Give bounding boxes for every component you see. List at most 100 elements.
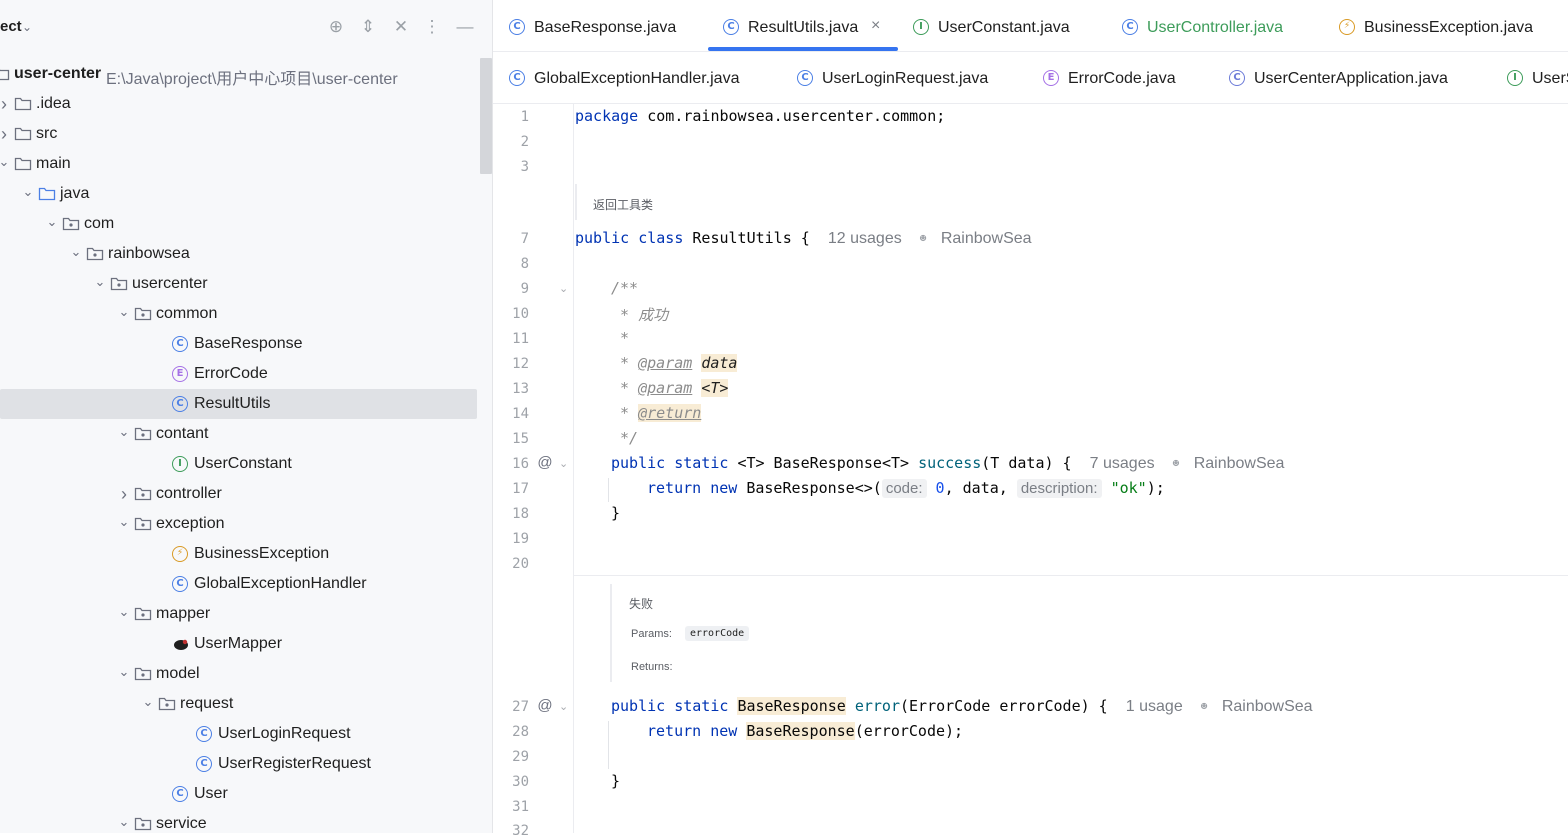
- tree-item[interactable]: ⌄ common: [0, 299, 477, 329]
- chevron-down-icon[interactable]: ⌄: [45, 209, 59, 239]
- tree-item[interactable]: › src: [0, 119, 477, 149]
- tree-item[interactable]: ⌄ rainbowsea: [0, 239, 477, 269]
- code-line[interactable]: */: [611, 429, 638, 447]
- usages-hint[interactable]: 1 usage: [1126, 698, 1183, 715]
- chevron-right-icon[interactable]: ›: [0, 119, 11, 149]
- tree-item[interactable]: E ErrorCode: [0, 359, 477, 389]
- code-text: BaseResponse: [764, 454, 882, 472]
- locate-icon[interactable]: ⊕: [325, 16, 347, 38]
- chevron-down-icon[interactable]: ⌄: [117, 419, 131, 449]
- gutter-divider: [573, 104, 574, 833]
- line-number: 18: [512, 506, 529, 522]
- method-name: success: [918, 454, 982, 472]
- class-icon: C: [172, 336, 188, 352]
- chevron-down-icon[interactable]: ⌄: [21, 179, 35, 209]
- chevron-down-icon[interactable]: ⌄: [117, 659, 131, 689]
- annotation-at-icon[interactable]: @: [536, 454, 554, 472]
- chevron-down-icon[interactable]: ⌄: [93, 269, 107, 299]
- code-line[interactable]: return new BaseResponse(errorCode);: [647, 722, 963, 740]
- rendered-doc-comment[interactable]: 失败 Params: errorCode Returns:: [610, 584, 750, 682]
- tree-item[interactable]: C BaseResponse: [0, 329, 477, 359]
- tree-item-label: UserRegisterRequest: [218, 755, 371, 772]
- minimize-icon[interactable]: —: [454, 16, 476, 38]
- tree-item-label: User: [194, 785, 228, 802]
- usages-hint[interactable]: 7 usages: [1090, 455, 1155, 472]
- tab-label: UserS: [1532, 70, 1568, 87]
- tree-item[interactable]: ⌄ com: [0, 209, 477, 239]
- chevron-down-icon[interactable]: ⌄: [117, 509, 131, 539]
- chevron-down-icon[interactable]: ⌄: [69, 239, 83, 269]
- code-line[interactable]: /**: [611, 279, 638, 297]
- chevron-down-icon[interactable]: ⌄: [117, 599, 131, 629]
- class-icon: C: [723, 19, 739, 35]
- code-line[interactable]: * @param data: [611, 354, 738, 372]
- tree-item[interactable]: C GlobalExceptionHandler: [0, 569, 477, 599]
- parameter-hint: description:: [1016, 479, 1102, 498]
- tree-item[interactable]: ⌄ java: [0, 179, 477, 209]
- author-hint[interactable]: RainbowSea: [1194, 455, 1285, 472]
- chevron-down-icon[interactable]: ⌄: [0, 149, 11, 179]
- tree-item[interactable]: C ResultUtils: [0, 389, 477, 419]
- code-line[interactable]: * @return: [611, 404, 702, 422]
- type-param: <T>: [881, 454, 910, 472]
- tree-item[interactable]: › controller: [0, 479, 477, 509]
- tree-item[interactable]: user-center E:\Java\project\用户中心项目\user-c…: [0, 59, 477, 89]
- javadoc-param: data: [701, 354, 738, 372]
- tree-item-label: controller: [156, 485, 222, 502]
- chevron-down-icon[interactable]: ⌄: [117, 299, 131, 329]
- chevron-down-icon[interactable]: ⌄: [117, 809, 131, 833]
- fold-chevron-icon[interactable]: ⌄: [559, 282, 568, 295]
- tree-item[interactable]: C User: [0, 779, 477, 809]
- tree-item[interactable]: ⚡ BusinessException: [0, 539, 477, 569]
- code-line[interactable]: return new BaseResponse<>(code: 0, data,…: [647, 479, 1165, 498]
- keyword: return new: [647, 722, 738, 740]
- code-line[interactable]: }: [611, 772, 620, 790]
- scrollbar[interactable]: [480, 58, 492, 174]
- code-line[interactable]: public class ResultUtils { 12 usages ☻ R…: [575, 229, 1032, 248]
- tree-item[interactable]: ⌄ contant: [0, 419, 477, 449]
- chevron-right-icon[interactable]: ›: [117, 479, 131, 509]
- line-number: 1: [520, 109, 529, 125]
- code-line[interactable]: public static BaseResponse error(ErrorCo…: [611, 697, 1313, 716]
- tree-item[interactable]: C UserLoginRequest: [0, 719, 477, 749]
- package-icon: [110, 276, 128, 292]
- tree-item[interactable]: ⌄ model: [0, 659, 477, 689]
- chevron-down-icon[interactable]: ⌄: [22, 20, 36, 34]
- usages-hint[interactable]: 12 usages: [828, 230, 902, 247]
- code-line[interactable]: }: [611, 504, 620, 522]
- code-editor[interactable]: 1 2 3 7 8 9 10 11 12 13 14 15 16 17 18 19 20 27 28 29 30 31 32…: [493, 104, 1568, 839]
- author-hint[interactable]: RainbowSea: [1222, 698, 1313, 715]
- code-line[interactable]: public static <T> BaseResponse<T> succes…: [611, 454, 1284, 473]
- tree-item[interactable]: C UserRegisterRequest: [0, 749, 477, 779]
- line-number: 2: [520, 134, 529, 150]
- tree-item[interactable]: ⌄ main: [0, 149, 477, 179]
- tab-label: GlobalExceptionHandler.java: [534, 70, 740, 87]
- tab-label: UserCenterApplication.java: [1254, 70, 1448, 87]
- code-line[interactable]: package com.rainbowsea.usercenter.common…: [575, 107, 945, 125]
- chevron-right-icon[interactable]: ›: [0, 89, 11, 119]
- tree-item[interactable]: ⌄ mapper: [0, 599, 477, 629]
- tree-item-label: rainbowsea: [108, 245, 190, 262]
- chevron-down-icon[interactable]: ⌄: [141, 689, 155, 719]
- collapse-all-icon[interactable]: ✕: [390, 16, 412, 38]
- expand-all-icon[interactable]: ⇕: [357, 16, 379, 38]
- tree-item[interactable]: ⌄ exception: [0, 509, 477, 539]
- code-line[interactable]: * @param <T>: [611, 379, 729, 397]
- rendered-doc-comment[interactable]: 返回工具类: [575, 184, 653, 220]
- annotation-at-icon[interactable]: @: [536, 697, 554, 715]
- tree-item[interactable]: ⌄ usercenter: [0, 269, 477, 299]
- tree-item[interactable]: I UserConstant: [0, 449, 477, 479]
- tree-item[interactable]: ⌄ request: [0, 689, 477, 719]
- person-icon: ☻: [919, 232, 927, 245]
- code-line[interactable]: *: [611, 329, 629, 347]
- fold-chevron-icon[interactable]: ⌄: [559, 457, 568, 470]
- project-panel-title[interactable]: ect: [0, 18, 22, 35]
- code-line[interactable]: * 成功: [611, 304, 668, 325]
- more-options-icon[interactable]: ⋮: [421, 16, 443, 38]
- tree-item[interactable]: UserMapper: [0, 629, 477, 659]
- close-tab-icon[interactable]: ×: [871, 17, 880, 35]
- tree-item[interactable]: › .idea: [0, 89, 477, 119]
- author-hint[interactable]: RainbowSea: [941, 230, 1032, 247]
- tree-item[interactable]: ⌄ service: [0, 809, 477, 833]
- fold-chevron-icon[interactable]: ⌄: [559, 700, 568, 713]
